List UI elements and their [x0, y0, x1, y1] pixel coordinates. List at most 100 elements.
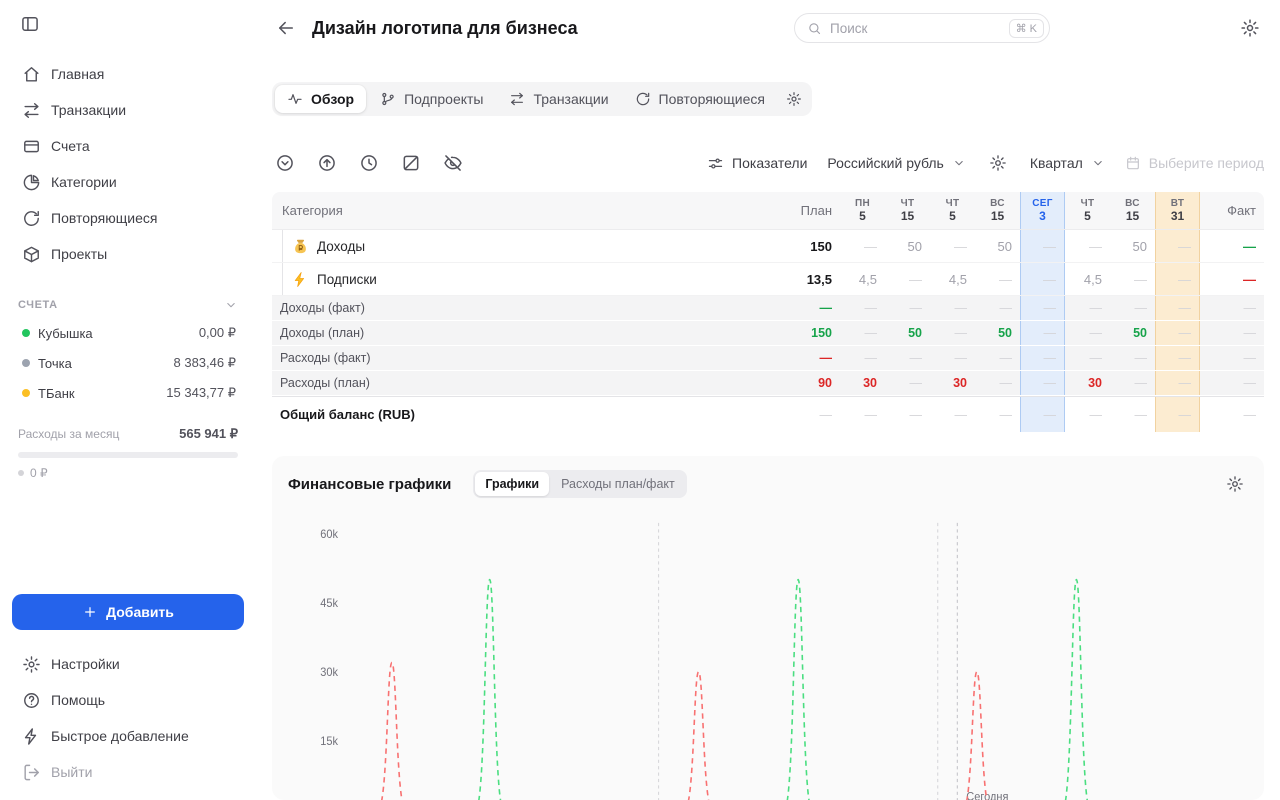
- tab-recurring[interactable]: Повторяющиеся: [623, 85, 777, 113]
- table-cell[interactable]: —: [930, 230, 975, 262]
- sidebar-item-logout[interactable]: Выйти: [12, 754, 244, 790]
- table-cell[interactable]: —: [1200, 263, 1264, 295]
- table-cell: —: [1089, 407, 1103, 422]
- indicators-button[interactable]: Показатели: [707, 155, 807, 172]
- period-picker-button[interactable]: Выберите период: [1125, 155, 1264, 171]
- column-header: План: [800, 203, 832, 218]
- sidebar-item-transactions[interactable]: Транзакции: [12, 92, 244, 128]
- history-button[interactable]: [356, 150, 382, 176]
- tab-subprojects[interactable]: Подпроекты: [368, 85, 495, 113]
- add-button[interactable]: Добавить: [12, 594, 244, 630]
- table-cell: —: [1243, 326, 1257, 340]
- hide-hidden-button[interactable]: [440, 150, 466, 176]
- table-cell[interactable]: —: [1155, 263, 1200, 295]
- sidebar-item-projects[interactable]: Проекты: [12, 236, 244, 272]
- table-cell: 50: [908, 326, 922, 340]
- collapse-rows-button[interactable]: [272, 150, 298, 176]
- table-cell[interactable]: —: [885, 263, 930, 295]
- table-cell[interactable]: 50: [1110, 230, 1155, 262]
- sidebar-item-home[interactable]: Главная: [12, 56, 244, 92]
- table-cell[interactable]: —: [1020, 230, 1065, 262]
- table-cell[interactable]: —: [840, 230, 885, 262]
- table-cell: —: [1155, 371, 1200, 395]
- table-cell[interactable]: 13,5: [778, 263, 840, 295]
- accounts-section-header[interactable]: СЧЕТА: [12, 298, 244, 312]
- period-select[interactable]: Квартал: [1030, 155, 1105, 171]
- search-input[interactable]: [830, 20, 1001, 36]
- sidebar-toggle-button[interactable]: [16, 10, 44, 38]
- column-header-category: Категория: [282, 203, 343, 218]
- sidebar-item-categories[interactable]: Категории: [12, 164, 244, 200]
- arrow-up-circle-icon: [317, 153, 337, 173]
- table-cell: —: [1155, 296, 1200, 320]
- table-row[interactable]: Доходы 150—50—50— —50— —: [272, 230, 1264, 263]
- plus-icon: [82, 604, 98, 620]
- account-item[interactable]: Кубышка 0,00 ₽: [12, 318, 244, 348]
- table-cell[interactable]: —: [1200, 230, 1264, 262]
- month-expenses-label: Расходы за месяц: [18, 427, 120, 441]
- table-cell[interactable]: —: [1065, 230, 1110, 262]
- table-cell[interactable]: —: [975, 263, 1020, 295]
- sidebar-item-settings[interactable]: Настройки: [12, 646, 244, 682]
- sidebar-item-quick-add[interactable]: Быстрое добавление: [12, 718, 244, 754]
- account-item[interactable]: ТБанк 15 343,77 ₽: [12, 378, 244, 408]
- table-cell[interactable]: 50: [975, 230, 1020, 262]
- table-settings-button[interactable]: [986, 151, 1010, 175]
- box-slash-icon: [401, 153, 421, 173]
- app: Главная Транзакции Счета Категории Повто…: [0, 0, 1280, 800]
- table-row: Доходы (факт) — — — — — — — — — —: [272, 296, 1264, 321]
- table-row: Общий баланс (RUB) — — — — — — — — — —: [272, 396, 1264, 432]
- table-cell[interactable]: 4,5: [840, 263, 885, 295]
- gear-icon: [989, 154, 1007, 172]
- accounts-section-title: СЧЕТА: [18, 299, 58, 311]
- sidebar-item-recurring[interactable]: Повторяющиеся: [12, 200, 244, 236]
- table-cell[interactable]: —: [1110, 263, 1155, 295]
- account-item[interactable]: Точка 8 383,46 ₽: [12, 348, 244, 378]
- scroll-top-button[interactable]: [314, 150, 340, 176]
- tab-transactions[interactable]: Транзакции: [497, 85, 620, 113]
- column-header-date: ПН 5: [854, 197, 870, 223]
- table-cell[interactable]: —: [1020, 263, 1065, 295]
- tab-plan-fact[interactable]: Расходы план/факт: [551, 472, 685, 496]
- bullet-dot: [18, 470, 24, 476]
- table-cell[interactable]: —: [1155, 230, 1200, 262]
- charts-settings-button[interactable]: [1222, 471, 1248, 497]
- currency-select[interactable]: Российский рубль: [827, 155, 965, 171]
- tabs-settings-button[interactable]: [779, 85, 809, 113]
- transfers-icon: [22, 101, 41, 120]
- sidebar-item-accounts[interactable]: Счета: [12, 128, 244, 164]
- account-color-dot: [22, 359, 30, 367]
- zap-filled-icon: [292, 271, 309, 288]
- column-header: Факт: [1227, 203, 1256, 218]
- search-box: ⌘ K: [794, 13, 1050, 43]
- project-settings-button[interactable]: [1236, 14, 1264, 42]
- table-row[interactable]: Подписки 13,5 4,5—4,5— —4,5— — —: [272, 263, 1264, 296]
- table-cell: 50: [998, 326, 1012, 340]
- tab-overview[interactable]: Обзор: [275, 85, 367, 113]
- table-cell: 30: [953, 376, 967, 390]
- month-expenses-value: 565 941 ₽: [179, 426, 238, 441]
- sidebar-item-help[interactable]: Помощь: [12, 682, 244, 718]
- table-cell: —: [1243, 407, 1257, 422]
- table-cell[interactable]: 150: [778, 230, 840, 262]
- category-cell[interactable]: Подписки: [272, 263, 778, 295]
- sliders-icon: [707, 155, 724, 172]
- account-color-dot: [22, 329, 30, 337]
- back-button[interactable]: [272, 14, 300, 42]
- table-cell[interactable]: 4,5: [1065, 263, 1110, 295]
- table-cell: —: [864, 351, 878, 365]
- tab-graphs[interactable]: Графики: [475, 472, 550, 496]
- tab-label: Повторяющиеся: [658, 91, 765, 107]
- table-cell[interactable]: 4,5: [930, 263, 975, 295]
- column-header-date: ВС 15: [990, 197, 1005, 223]
- chevron-down-icon: [224, 298, 238, 312]
- account-name: ТБанк: [38, 385, 75, 401]
- category-cell[interactable]: Доходы: [272, 230, 778, 262]
- table-cell: —: [1155, 346, 1200, 370]
- zap-icon: [22, 727, 41, 746]
- account-name: Кубышка: [38, 325, 93, 341]
- table-cell: —: [1020, 346, 1065, 370]
- table-cell[interactable]: 50: [885, 230, 930, 262]
- table-cell: —: [999, 376, 1013, 390]
- hide-empty-button[interactable]: [398, 150, 424, 176]
